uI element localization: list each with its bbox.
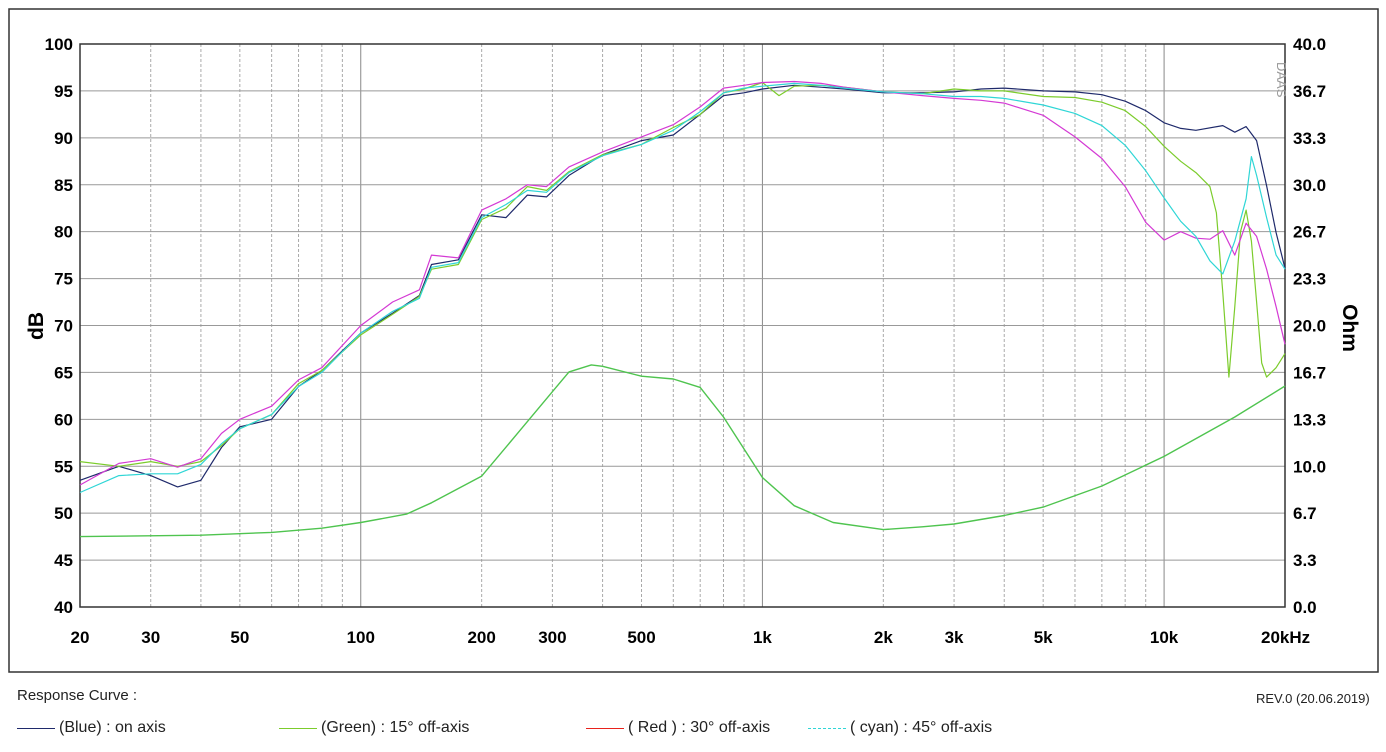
x-tick-label: 20 <box>71 628 90 647</box>
chart-frame <box>8 8 1379 673</box>
revision-label: REV.0 (20.06.2019) <box>1256 691 1370 706</box>
series-line-3 <box>79 82 1286 494</box>
legend-item-cyan: ( cyan) : 45° off-axis <box>808 718 992 738</box>
y2-tick-label: 40.0 <box>1293 35 1326 54</box>
frequency-response-chart: DAAS 40 45 50 55 60 65 70 75 80 85 90 95 100 0.0 3.3 6… <box>8 8 1379 673</box>
x-tick-label: 10k <box>1150 628 1179 647</box>
x-tick-label: 30 <box>141 628 160 647</box>
series-line-1 <box>79 81 1286 467</box>
x-tick-label: 1k <box>753 628 772 647</box>
y-tick-label: 70 <box>54 317 73 336</box>
y2-tick-label: 30.0 <box>1293 176 1326 195</box>
y-tick-label: 65 <box>54 363 73 382</box>
y-tick-label: 55 <box>54 457 73 476</box>
y-tick-label: 90 <box>54 129 73 148</box>
y-tick-label: 75 <box>54 270 73 289</box>
y2-tick-label: 13.3 <box>1293 410 1326 429</box>
y2-tick-label: 33.3 <box>1293 129 1326 148</box>
y2-tick-label: 20.0 <box>1293 317 1326 336</box>
series-line-0 <box>79 84 1286 488</box>
x-tick-label: 200 <box>467 628 495 647</box>
legend-label-blue: (Blue) : on axis <box>59 719 166 736</box>
legend-item-blue: (Blue) : on axis <box>17 718 166 738</box>
legend-item-green: (Green) : 15° off-axis <box>279 718 469 738</box>
series-lines <box>79 80 1286 538</box>
y-axis-title: dB <box>25 312 48 340</box>
y-tick-label: 60 <box>54 410 73 429</box>
y2-tick-label: 0.0 <box>1293 598 1317 617</box>
y2-axis-title: Ohm <box>1338 304 1361 352</box>
x-tick-label: 2k <box>874 628 893 647</box>
x-tick-label: 100 <box>347 628 375 647</box>
response-curve-title: Response Curve : <box>17 687 138 704</box>
y-tick-label: 95 <box>54 82 73 101</box>
x-axis-ticks: 20 30 50 100 200 300 500 1k 2k 3k 5k 10k 20kHz <box>71 628 1311 647</box>
y2-tick-label: 6.7 <box>1293 504 1317 523</box>
y2-tick-label: 26.7 <box>1293 223 1326 242</box>
y-tick-label: 100 <box>45 35 73 54</box>
y-axis-ticks: 40 45 50 55 60 65 70 75 80 85 90 95 100 <box>45 35 73 617</box>
legend-swatch-blue <box>17 727 55 729</box>
watermark-text: DAAS <box>1274 62 1289 98</box>
legend-label-cyan: ( cyan) : 45° off-axis <box>850 719 993 736</box>
y2-axis-ticks: 0.0 3.3 6.7 10.0 13.3 16.7 20.0 23.3 26.7 30.0 33.… <box>1293 35 1326 617</box>
series-line-4 <box>79 364 1286 538</box>
y-tick-label: 40 <box>54 598 73 617</box>
x-tick-label: 20kHz <box>1261 628 1310 647</box>
y2-tick-label: 3.3 <box>1293 551 1317 570</box>
y-tick-label: 50 <box>54 504 73 523</box>
x-tick-label: 500 <box>627 628 655 647</box>
x-tick-label: 5k <box>1034 628 1053 647</box>
legend-item-red: ( Red ) : 30° off-axis <box>586 718 770 738</box>
y-tick-label: 85 <box>54 176 73 195</box>
y-tick-label: 45 <box>54 551 73 570</box>
legend-swatch-green <box>279 727 317 729</box>
y2-tick-label: 36.7 <box>1293 82 1326 101</box>
y2-tick-label: 16.7 <box>1293 363 1326 382</box>
legend-swatch-red <box>586 727 624 729</box>
x-tick-label: 3k <box>945 628 964 647</box>
y2-tick-label: 10.0 <box>1293 457 1326 476</box>
legend-label-green: (Green) : 15° off-axis <box>321 719 470 736</box>
y-tick-label: 80 <box>54 223 73 242</box>
x-tick-label: 50 <box>230 628 249 647</box>
legend-label-red: ( Red ) : 30° off-axis <box>628 719 771 736</box>
legend-swatch-cyan <box>808 727 846 729</box>
series-line-2 <box>79 80 1286 486</box>
y2-tick-label: 23.3 <box>1293 270 1326 289</box>
x-tick-label: 300 <box>538 628 566 647</box>
